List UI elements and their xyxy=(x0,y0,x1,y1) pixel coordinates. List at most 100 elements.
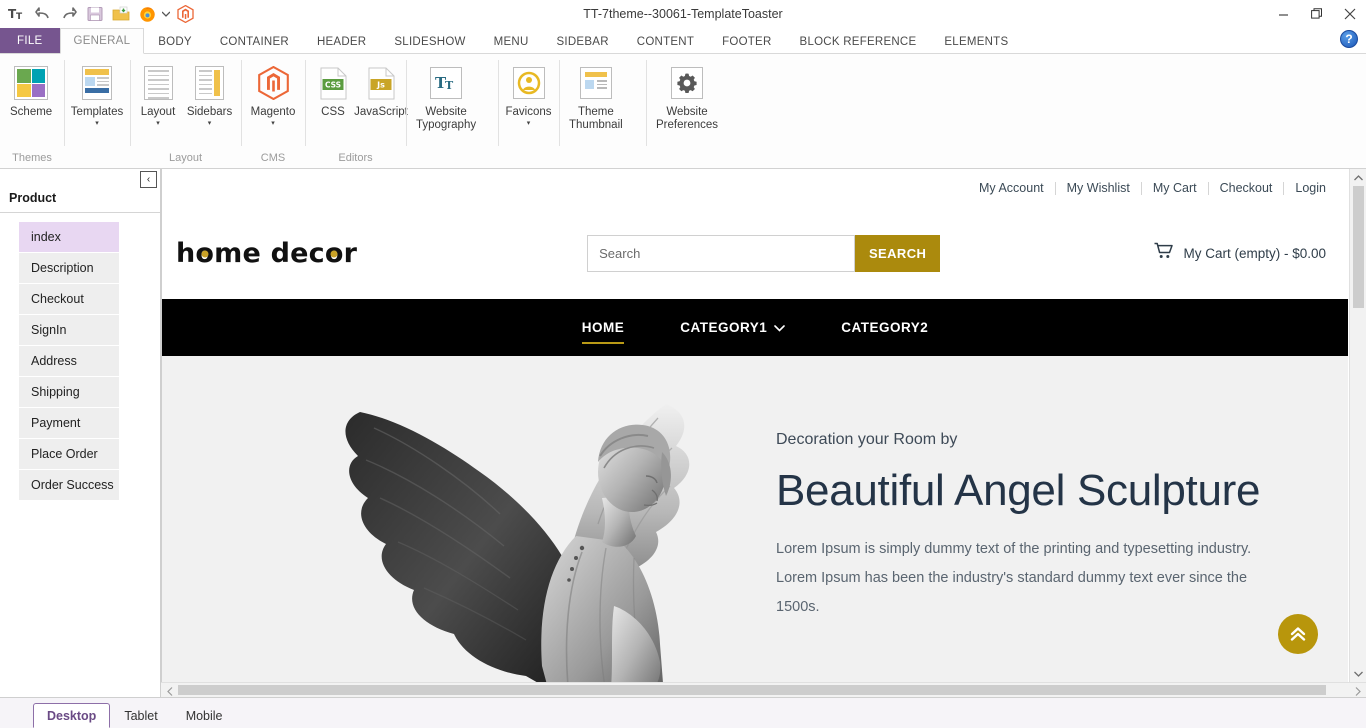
website-preferences-button[interactable]: Website Preferences xyxy=(650,60,724,132)
hero-kicker: Decoration your Room by xyxy=(776,431,1276,449)
sidebars-caret-icon[interactable]: ▾ xyxy=(208,120,212,128)
templates-button[interactable]: Templates ▾ xyxy=(68,60,126,128)
scroll-up-arrow-icon[interactable] xyxy=(1350,169,1366,186)
css-file-icon: CSS xyxy=(320,63,347,103)
scroll-to-top-button[interactable] xyxy=(1278,614,1318,654)
theme-thumbnail-label: Theme Thumbnail xyxy=(569,106,623,132)
magento-caret-icon[interactable]: ▾ xyxy=(271,120,275,128)
templates-label: Templates xyxy=(71,106,123,119)
ribbon-group-label-preferences xyxy=(646,164,742,168)
vertical-scroll-track[interactable] xyxy=(1350,186,1366,665)
tab-block-reference[interactable]: BLOCK REFERENCE xyxy=(786,28,931,54)
ribbon-tab-strip: FILE GENERAL BODY CONTAINER HEADER SLIDE… xyxy=(0,28,1366,54)
page-list: index Description Checkout SignIn Addres… xyxy=(0,213,160,501)
page-item-place-order[interactable]: Place Order xyxy=(19,439,119,470)
sidebars-icon xyxy=(195,63,224,103)
tab-file[interactable]: FILE xyxy=(0,28,60,54)
scroll-down-arrow-icon[interactable] xyxy=(1350,665,1366,682)
window-title: TT-7theme--30061-TemplateToaster xyxy=(0,0,1366,28)
horizontal-scroll-track[interactable] xyxy=(178,683,1349,697)
logo-part-1: h xyxy=(176,238,195,269)
help-icon[interactable]: ? xyxy=(1340,30,1358,48)
tab-general[interactable]: GENERAL xyxy=(60,28,145,54)
horizontal-scroll-thumb[interactable] xyxy=(178,685,1326,695)
nav-item-home[interactable]: HOME xyxy=(554,299,653,356)
ribbon-group-label-templates xyxy=(64,164,130,168)
device-tab-mobile[interactable]: Mobile xyxy=(172,703,237,728)
undo-icon[interactable] xyxy=(30,2,56,26)
tab-menu[interactable]: MENU xyxy=(480,28,543,54)
page-item-address[interactable]: Address xyxy=(19,346,119,377)
device-tab-tablet[interactable]: Tablet xyxy=(110,703,171,728)
page-item-shipping[interactable]: Shipping xyxy=(19,377,119,408)
redo-icon[interactable] xyxy=(56,2,82,26)
device-tab-desktop[interactable]: Desktop xyxy=(33,703,110,728)
search-button[interactable]: SEARCH xyxy=(855,235,940,272)
tab-elements[interactable]: ELEMENTS xyxy=(930,28,1022,54)
layout-button[interactable]: Layout ▾ xyxy=(134,60,182,128)
tab-sidebar[interactable]: SIDEBAR xyxy=(543,28,623,54)
svg-text:T: T xyxy=(16,12,23,22)
page-item-description[interactable]: Description xyxy=(19,253,119,284)
export-icon[interactable] xyxy=(108,2,134,26)
sidebars-button[interactable]: Sidebars ▾ xyxy=(182,60,237,128)
magento-icon[interactable] xyxy=(172,2,198,26)
nav-item-category1[interactable]: CATEGORY1 xyxy=(652,299,813,356)
link-my-cart[interactable]: My Cart xyxy=(1142,182,1209,195)
close-button[interactable] xyxy=(1333,0,1366,28)
layout-caret-icon[interactable]: ▾ xyxy=(156,120,160,128)
javascript-editor-button[interactable]: Js JavaScript xyxy=(357,60,405,119)
preview-canvas: My Account My Wishlist My Cart Checkout … xyxy=(161,169,1366,682)
collapse-panel-icon[interactable]: ‹ xyxy=(140,171,157,188)
double-chevron-up-icon xyxy=(1288,624,1308,644)
hero-slideshow: Decoration your Room by Beautiful Angel … xyxy=(162,356,1348,682)
templates-caret-icon[interactable]: ▾ xyxy=(95,120,99,128)
link-my-account[interactable]: My Account xyxy=(968,182,1056,195)
favicons-button[interactable]: Favicons ▾ xyxy=(502,60,555,128)
tab-footer[interactable]: FOOTER xyxy=(708,28,785,54)
page-item-signin[interactable]: SignIn xyxy=(19,315,119,346)
preview-horizontal-scrollbar[interactable] xyxy=(161,682,1366,697)
site-logo[interactable]: home decor xyxy=(176,238,357,269)
link-my-wishlist[interactable]: My Wishlist xyxy=(1056,182,1142,195)
preview-vertical-scrollbar[interactable] xyxy=(1349,169,1366,682)
chevron-down-icon xyxy=(774,320,785,335)
page-item-order-success[interactable]: Order Success xyxy=(19,470,119,501)
maximize-button[interactable] xyxy=(1300,0,1333,28)
favicon-icon xyxy=(513,63,545,103)
preview-pane: My Account My Wishlist My Cart Checkout … xyxy=(161,169,1366,697)
page-item-index[interactable]: index xyxy=(19,222,119,253)
firefox-preview-icon[interactable] xyxy=(134,2,160,26)
dropdown-caret-icon[interactable] xyxy=(160,2,172,26)
cart-widget[interactable]: My Cart (empty) - $0.00 xyxy=(1154,242,1326,265)
minimize-button[interactable] xyxy=(1267,0,1300,28)
save-icon[interactable] xyxy=(82,2,108,26)
tab-content[interactable]: CONTENT xyxy=(623,28,708,54)
link-checkout[interactable]: Checkout xyxy=(1209,182,1285,195)
link-login[interactable]: Login xyxy=(1284,182,1326,195)
pages-panel-header: ‹ xyxy=(0,169,160,191)
css-editor-button[interactable]: CSS CSS xyxy=(309,60,357,119)
app-window: TT TT-7theme--30061-Tem xyxy=(0,0,1366,728)
nav-item-category2[interactable]: CATEGORY2 xyxy=(813,299,956,356)
site-header: home decor SEARCH My Cart (empty) - $0.0… xyxy=(162,207,1348,299)
search-input[interactable] xyxy=(587,235,855,272)
pages-panel: ‹ Product index Description Checkout Sig… xyxy=(0,169,161,697)
theme-thumbnail-button[interactable]: Theme Thumbnail xyxy=(563,60,629,132)
tab-container[interactable]: CONTAINER xyxy=(206,28,303,54)
page-item-payment[interactable]: Payment xyxy=(19,408,119,439)
favicons-caret-icon[interactable]: ▾ xyxy=(527,120,531,128)
vertical-scroll-thumb[interactable] xyxy=(1353,186,1364,308)
svg-text:T: T xyxy=(445,79,454,92)
tab-slideshow[interactable]: SLIDESHOW xyxy=(380,28,479,54)
website-typography-button[interactable]: TT Website Typography xyxy=(410,60,482,132)
typography-icon[interactable]: TT xyxy=(4,2,30,26)
scheme-button[interactable]: Scheme xyxy=(4,60,58,119)
page-item-checkout[interactable]: Checkout xyxy=(19,284,119,315)
nav-label-category2: CATEGORY2 xyxy=(841,320,928,335)
magento-button[interactable]: Magento ▾ xyxy=(245,60,301,128)
tab-body[interactable]: BODY xyxy=(144,28,206,54)
quick-access-toolbar: TT xyxy=(0,0,198,28)
scheme-label: Scheme xyxy=(10,106,52,119)
tab-header[interactable]: HEADER xyxy=(303,28,380,54)
